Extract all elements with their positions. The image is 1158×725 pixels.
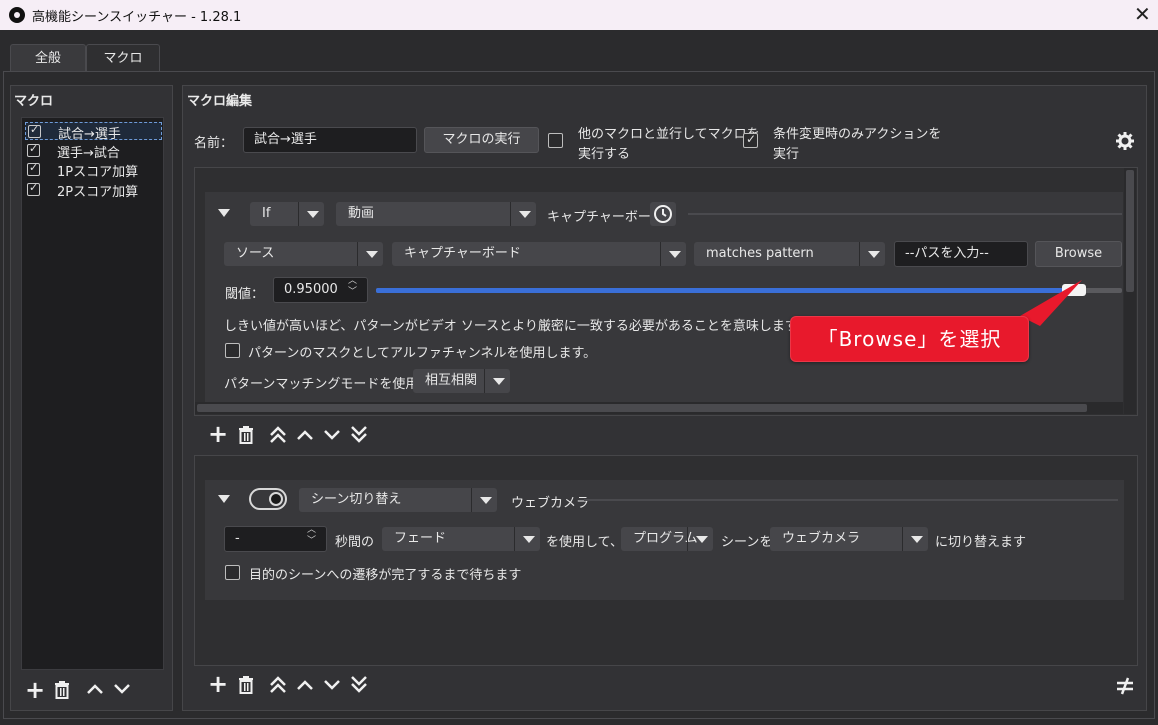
chevron-down-icon — [357, 242, 383, 266]
onchange-label-2: 実行 — [773, 147, 800, 162]
up-icon[interactable] — [296, 679, 314, 695]
condition-source-header: キャプチャーボード — [547, 210, 664, 225]
obs-logo-icon — [9, 7, 25, 23]
onchange-label-1: 条件変更時のみアクションを — [773, 127, 942, 142]
horizontal-scrollbar-thumb[interactable] — [197, 404, 1087, 412]
trash-icon[interactable] — [237, 426, 255, 448]
chevron-down-icon — [510, 202, 536, 226]
parallel-checkbox[interactable] — [548, 133, 563, 148]
scene-label: シーンを — [721, 535, 773, 550]
run-macro-button[interactable]: マクロの実行 — [424, 127, 539, 153]
down-icon[interactable] — [323, 679, 341, 695]
callout-annotation: 「Browse」を選択 — [790, 316, 1029, 362]
pattern-mode-label: パターンマッチングモードを使用する — [224, 377, 445, 392]
parallel-label-2: 実行する — [578, 147, 631, 162]
header-divider — [584, 499, 1118, 501]
action-type-select[interactable]: シーン切り替え — [299, 488, 497, 512]
threshold-spinbox[interactable]: 0.95000 ︿ ﹀ — [273, 277, 368, 303]
wait-label: 目的のシーンへの遷移が完了するまで待ちます — [249, 568, 522, 583]
not-equal-icon[interactable] — [1116, 677, 1134, 699]
up-icon[interactable] — [296, 429, 314, 445]
header-divider — [688, 213, 1122, 215]
list-item[interactable]: 1Pスコア加算 — [25, 161, 162, 180]
double-up-icon[interactable] — [269, 676, 287, 698]
toggle-knob — [269, 492, 283, 506]
clock-icon[interactable] — [650, 202, 676, 226]
macro-checkbox[interactable] — [27, 181, 40, 196]
plus-icon[interactable]: + — [25, 678, 45, 702]
name-label: 名前： — [194, 136, 234, 151]
collapse-condition-icon[interactable] — [218, 209, 230, 217]
vertical-scrollbar-thumb[interactable] — [1126, 170, 1134, 292]
tab-macro[interactable]: マクロ — [86, 44, 160, 72]
macro-name-input[interactable]: 試合→選手 — [243, 127, 417, 153]
macro-checkbox[interactable] — [28, 123, 41, 138]
chevron-down-icon — [298, 202, 324, 226]
threshold-slider-fill — [376, 288, 1074, 293]
chevron-down-icon — [660, 242, 686, 266]
add-condition-plus-icon[interactable]: + — [208, 422, 228, 446]
alpha-mask-checkbox[interactable] — [225, 343, 240, 358]
switch-label: に切り替えます — [935, 535, 1027, 550]
chevron-down-icon — [859, 242, 885, 266]
action-toggle[interactable] — [249, 488, 287, 510]
wait-checkbox[interactable] — [225, 565, 240, 580]
down-icon[interactable] — [323, 429, 341, 445]
list-item[interactable]: 選手→試合 — [25, 142, 162, 161]
spin-arrows-icon[interactable]: ︿ ﹀ — [307, 527, 316, 547]
threshold-help-text: しきい値が高いほど、パターンがビデオ ソースとより厳密に一致する必要があることを… — [224, 319, 810, 334]
browse-button[interactable]: Browse — [1035, 241, 1122, 267]
condition-type-select[interactable]: 動画 — [336, 202, 536, 226]
list-item[interactable]: 2Pスコア加算 — [25, 181, 162, 200]
trash-icon[interactable] — [237, 676, 255, 698]
source-kind-select[interactable]: ソース — [224, 242, 383, 266]
macro-checkbox[interactable] — [27, 161, 40, 176]
double-up-icon[interactable] — [269, 426, 287, 448]
list-item[interactable]: 試合→選手 — [25, 122, 162, 142]
up-icon[interactable] — [86, 683, 104, 699]
action-scene-header: ウェブカメラ — [511, 496, 590, 511]
transition-select[interactable]: フェード — [382, 527, 540, 551]
callout-pointer — [1020, 280, 1090, 334]
parallel-label-1: 他のマクロと並行してマクロを — [578, 127, 760, 142]
down-icon[interactable] — [113, 683, 131, 699]
vertical-scrollbar[interactable] — [1124, 168, 1136, 414]
source-name-select[interactable]: キャプチャーボード — [392, 242, 686, 266]
add-action-plus-icon[interactable]: + — [208, 672, 228, 696]
path-input[interactable]: --パスを入力-- — [894, 241, 1028, 267]
collapse-action-icon[interactable] — [218, 495, 230, 503]
trash-icon[interactable] — [53, 681, 71, 703]
threshold-label: 閾値： — [225, 287, 265, 302]
alpha-mask-label: パターンのマスクとしてアルファチャンネルを使用します。 — [248, 346, 597, 361]
tab-general[interactable]: 全般 — [10, 44, 86, 72]
chevron-down-icon — [902, 527, 928, 551]
close-icon[interactable]: ✕ — [1134, 2, 1151, 26]
macro-panel-title: マクロ — [14, 94, 54, 109]
macro-checkbox[interactable] — [27, 142, 40, 157]
window-title: 高機能シーンスイッチャー - 1.28.1 — [32, 10, 242, 25]
chevron-down-icon — [471, 488, 497, 512]
chevron-down-icon — [484, 369, 510, 393]
match-mode-select[interactable]: matches pattern — [694, 242, 885, 266]
chevron-down-icon — [687, 527, 713, 551]
chevron-down-icon — [514, 527, 540, 551]
seconds-label: 秒間の — [335, 535, 375, 550]
scene-select[interactable]: ウェブカメラ — [770, 527, 928, 551]
title-bar: 高機能シーンスイッチャー - 1.28.1 ✕ — [0, 0, 1158, 30]
pattern-mode-select[interactable]: 相互相関 — [413, 369, 510, 393]
gear-icon[interactable] — [1116, 132, 1134, 154]
threshold-slider[interactable] — [376, 284, 1122, 296]
logic-select[interactable]: If — [250, 202, 324, 226]
target-select[interactable]: プログラム — [621, 527, 713, 551]
duration-spinbox[interactable]: - ︿ ﹀ — [224, 526, 327, 552]
double-down-icon[interactable] — [350, 425, 368, 447]
horizontal-scrollbar[interactable] — [195, 402, 1123, 414]
onchange-checkbox[interactable] — [743, 132, 758, 148]
using-label: を使用して、 — [546, 535, 623, 550]
spin-arrows-icon[interactable]: ︿ ﹀ — [348, 278, 357, 298]
macro-editor-title: マクロ編集 — [187, 94, 253, 109]
double-down-icon[interactable] — [350, 675, 368, 697]
